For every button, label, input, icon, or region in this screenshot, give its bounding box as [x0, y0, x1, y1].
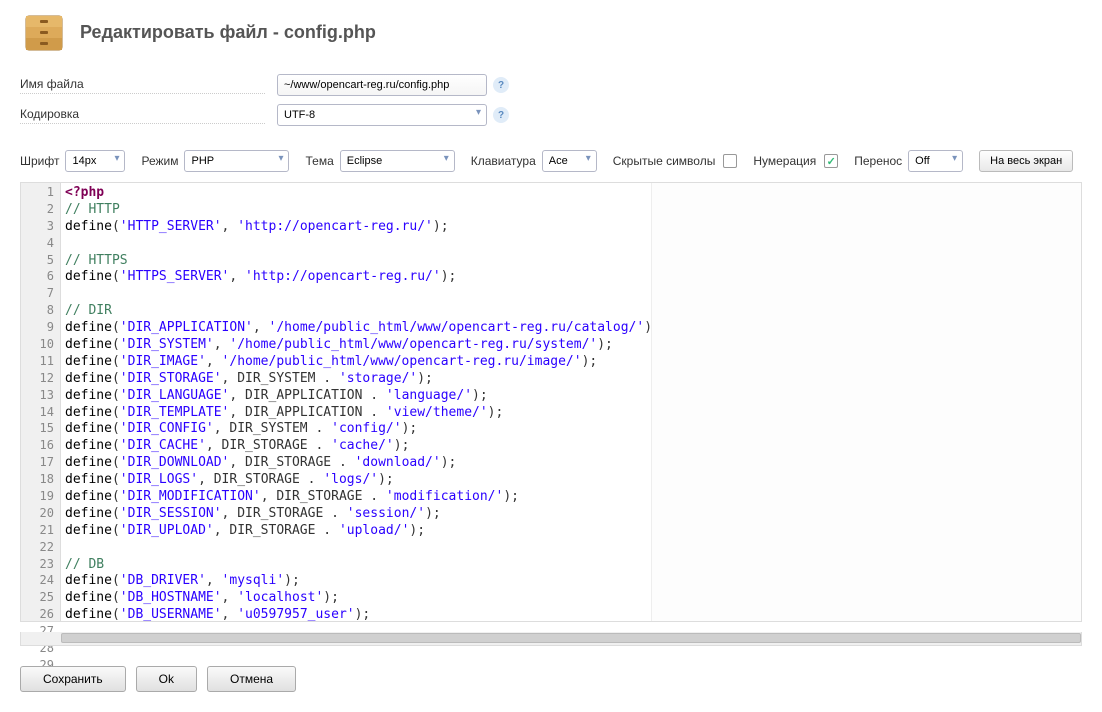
editor-toolbar: Шрифт 14px Режим PHP Тема Eclipse Клавиа… — [0, 144, 1102, 178]
theme-label: Тема — [305, 154, 333, 168]
horizontal-scrollbar[interactable] — [20, 632, 1082, 646]
help-icon[interactable]: ? — [493, 107, 509, 123]
help-icon[interactable]: ? — [493, 77, 509, 93]
keyboard-select[interactable]: Ace — [542, 150, 597, 172]
scrollbar-thumb[interactable] — [61, 633, 1081, 643]
encoding-select[interactable]: UTF-8 — [277, 104, 487, 126]
line-gutter: 1234567891011121314151617181920212223242… — [21, 183, 61, 621]
drawer-icon — [20, 8, 68, 56]
mode-label: Режим — [141, 154, 178, 168]
numbering-checkbox[interactable] — [824, 154, 838, 168]
ok-button[interactable]: Ok — [136, 666, 197, 692]
hidden-chars-label: Скрытые символы — [613, 154, 716, 168]
save-button[interactable]: Сохранить — [20, 666, 126, 692]
theme-select[interactable]: Eclipse — [340, 150, 455, 172]
filename-input[interactable] — [277, 74, 487, 96]
code-area[interactable]: <?php// HTTPdefine('HTTP_SERVER', 'http:… — [61, 183, 651, 621]
hidden-chars-checkbox[interactable] — [723, 154, 737, 168]
mode-select[interactable]: PHP — [184, 150, 289, 172]
page-title: Редактировать файл - config.php — [80, 22, 376, 43]
cancel-button[interactable]: Отмена — [207, 666, 296, 692]
wrap-label: Перенос — [854, 154, 902, 168]
editor-margin — [651, 183, 1081, 621]
keyboard-label: Клавиатура — [471, 154, 536, 168]
wrap-select[interactable]: Off — [908, 150, 963, 172]
header: Редактировать файл - config.php — [0, 0, 1102, 64]
fullscreen-button[interactable]: На весь экран — [979, 150, 1073, 172]
font-label: Шрифт — [20, 154, 59, 168]
filename-label: Имя файла — [20, 77, 265, 94]
encoding-label: Кодировка — [20, 107, 265, 124]
code-editor[interactable]: 1234567891011121314151617181920212223242… — [20, 182, 1082, 622]
form-section: Имя файла ? Кодировка UTF-8 ? — [0, 64, 1102, 144]
numbering-label: Нумерация — [753, 154, 816, 168]
font-select[interactable]: 14px — [65, 150, 125, 172]
footer-buttons: Сохранить Ok Отмена — [0, 646, 1102, 712]
